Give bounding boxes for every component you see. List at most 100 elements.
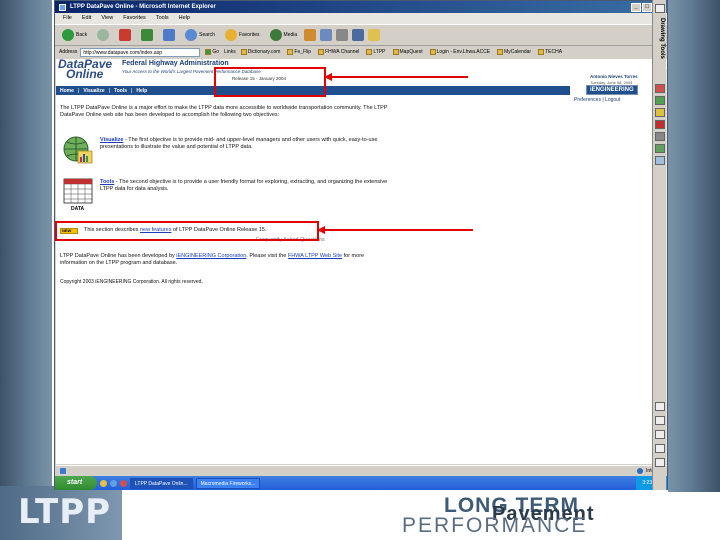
go-button[interactable]: Go [203, 49, 221, 55]
draw-tool-icon[interactable] [655, 108, 665, 117]
iengineering-link[interactable]: iENGINEERING Corporation [176, 253, 246, 259]
menu-edit[interactable]: Edit [82, 15, 91, 22]
performance-text: PERFORMANCE [402, 514, 588, 537]
back-button[interactable]: Back [59, 27, 90, 43]
link-icon [318, 49, 325, 55]
address-bar: Address http://www.datapave.com/index.as… [55, 46, 667, 58]
fhwa-title: Federal Highway Administration [122, 60, 229, 67]
draw-tool-icon[interactable] [655, 156, 665, 165]
new-features-highlight-box [55, 221, 319, 241]
task-ltpp-button[interactable]: LTPP DataPave Onlin... [130, 477, 193, 489]
minimize-button[interactable]: _ [631, 2, 641, 12]
panel-close-icon[interactable] [655, 4, 665, 13]
tools-paragraph: Tools - The second objective is to provi… [100, 179, 394, 193]
draw-tool-icon[interactable] [655, 120, 665, 129]
menu-file[interactable]: File [63, 15, 72, 22]
menu-help[interactable]: Help [179, 15, 190, 22]
draw-tool-icon[interactable] [655, 132, 665, 141]
quicklaunch-icon[interactable] [120, 479, 127, 487]
data-grid-icon: DATA [63, 178, 93, 212]
draw-tool-icon[interactable] [655, 144, 665, 153]
link-label: MapQuest [399, 49, 423, 55]
release-arrow-head [324, 73, 332, 81]
address-input[interactable]: http://www.datapave.com/index.asp [80, 47, 201, 57]
developed-middle: . Please visit the [246, 253, 288, 259]
menu-favorites[interactable]: Favorites [123, 15, 146, 22]
search-button[interactable]: Search [182, 27, 218, 43]
link-label: Dictionary.com [247, 49, 281, 55]
forward-button[interactable] [94, 27, 112, 43]
preferences-link[interactable]: Preferences [574, 97, 601, 103]
draw-tool-icon[interactable] [655, 84, 665, 93]
link-label: TECHA [545, 49, 563, 55]
draw-tool-icon[interactable] [655, 96, 665, 105]
media-button[interactable]: Media [267, 27, 301, 43]
nav-help[interactable]: Help [136, 88, 147, 94]
back-icon [62, 29, 74, 41]
media-label: Media [283, 32, 298, 38]
links-label: Links [224, 49, 236, 55]
logout-link[interactable]: Logout [605, 97, 620, 103]
link-item[interactable]: Fe_Flip [285, 49, 313, 55]
data-label: DATA [71, 206, 85, 212]
draw-tool-icon[interactable] [655, 402, 665, 411]
start-button[interactable]: start [55, 476, 97, 490]
home-button[interactable] [160, 27, 178, 43]
link-item[interactable]: Dictionary.com [239, 49, 283, 55]
draw-tool-icon[interactable] [655, 458, 665, 467]
maximize-button[interactable]: □ [642, 2, 652, 12]
task-fireworks-button[interactable]: Macromedia Fireworks... [195, 477, 261, 489]
globe-chart-icon [63, 136, 93, 164]
link-item[interactable]: LTPP [364, 49, 387, 55]
page-icon [60, 467, 66, 474]
link-label: FHWA Channel [325, 49, 360, 55]
tools-text: - The second objective is to provide a u… [100, 179, 388, 192]
link-icon [429, 49, 436, 55]
mail-icon[interactable] [320, 29, 333, 41]
edit-icon[interactable] [352, 29, 365, 41]
print-icon[interactable] [336, 29, 349, 41]
nav-home[interactable]: Home [60, 88, 74, 94]
visualize-link[interactable]: Visualize [100, 137, 123, 143]
history-icon[interactable] [304, 29, 317, 41]
media-icon [269, 29, 282, 41]
menu-tools[interactable]: Tools [156, 15, 169, 22]
refresh-icon [141, 29, 154, 41]
slide-right-border [668, 0, 720, 540]
visualize-paragraph: Visualize - The first objective is to pr… [100, 137, 394, 151]
nav-visualize[interactable]: Visualize [83, 88, 104, 94]
stop-button[interactable] [116, 27, 134, 43]
link-item[interactable]: MapQuest [391, 49, 425, 55]
visualize-text: - The first objective is to provide mid-… [100, 137, 378, 150]
menu-view[interactable]: View [101, 15, 113, 22]
link-item[interactable]: MyCalendar [495, 49, 533, 55]
release-arrow [330, 76, 468, 78]
link-icon [287, 49, 294, 55]
folder-icon[interactable] [368, 29, 381, 41]
fhwa-ltpp-link[interactable]: FHWA LTPP Web Site [288, 253, 342, 259]
internet-zone-icon [637, 467, 644, 474]
go-label: Go [212, 49, 220, 55]
tools-link[interactable]: Tools [100, 179, 114, 185]
new-features-arrow-head [317, 226, 325, 234]
draw-tool-icon[interactable] [655, 430, 665, 439]
quicklaunch-icon[interactable] [110, 479, 117, 487]
link-item[interactable]: FHWA Channel [316, 49, 361, 55]
link-icon [497, 49, 504, 55]
link-item[interactable]: TECHA [536, 49, 564, 55]
slide-left-border [0, 0, 52, 540]
nav-tools[interactable]: Tools [114, 88, 127, 94]
link-item[interactable]: Login - Env.Lhwa.ACCE [428, 49, 493, 55]
quicklaunch-icon[interactable] [100, 479, 107, 487]
browser-window: LTPP DataPave Online - Microsoft Interne… [54, 0, 668, 490]
status-bar: Internet [56, 465, 667, 475]
engineering-logo: iENGINEERING [586, 85, 638, 95]
draw-tool-icon[interactable] [655, 416, 665, 425]
draw-tool-icon[interactable] [655, 444, 665, 453]
datapave-logo[interactable]: DataPave Online [58, 59, 112, 80]
refresh-button[interactable] [138, 27, 156, 43]
link-label: LTPP [373, 49, 386, 55]
favorites-button[interactable]: Favorites [222, 27, 263, 43]
link-label: MyCalendar [504, 49, 532, 55]
link-label: Fe_Flip [294, 49, 312, 55]
